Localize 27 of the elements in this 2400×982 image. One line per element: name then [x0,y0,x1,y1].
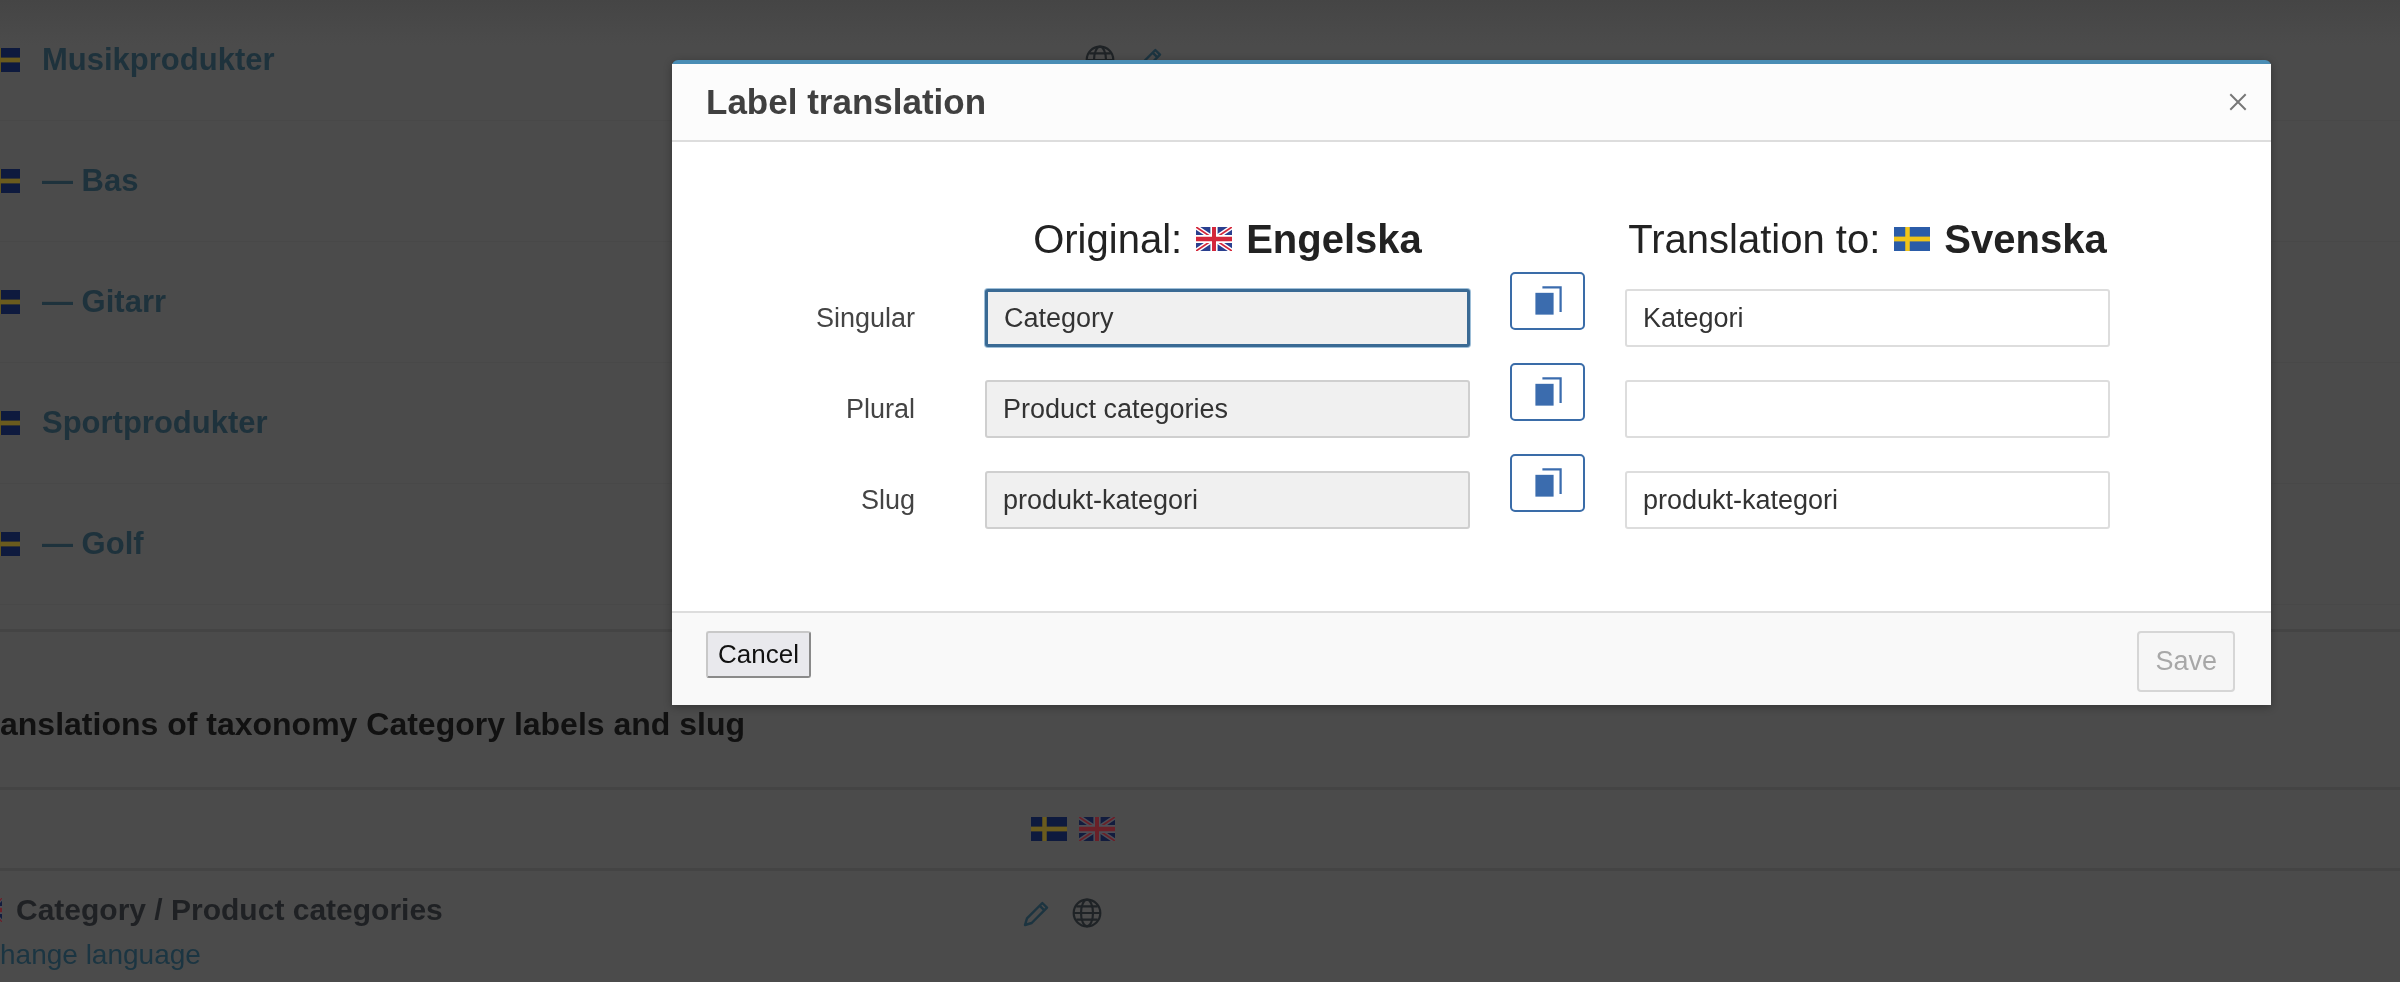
copy-icon [1533,286,1562,316]
copy-button[interactable] [1510,454,1585,512]
copy-button[interactable] [1510,272,1585,330]
cancel-button[interactable]: Cancel [706,631,811,678]
translation-field[interactable] [1625,380,2110,438]
language-name: Engelska [1246,216,1422,262]
copy-icon [1533,468,1562,498]
copy-button[interactable] [1510,363,1585,421]
dialog-title: Label translation [706,82,987,122]
original-field[interactable]: Category [985,289,1470,347]
copy-icon [1533,377,1562,407]
column-heading: Original: [1033,216,1183,262]
translation-field[interactable]: Kategori [1625,289,2110,347]
swedish-flag-icon [1894,227,1931,251]
section-title: anslations of taxonomy Category labels and slug [0,706,746,743]
field-label: Singular [814,301,915,335]
close-icon[interactable] [2227,91,2249,113]
swedish-flag-icon [1031,817,1067,841]
original-field[interactable]: produkt-kategori [985,471,1470,529]
column-heading: Translation to: [1628,216,1881,262]
original-field[interactable]: Product categories [985,380,1470,438]
translation-field[interactable]: produkt-kategori [1625,471,2110,529]
uk-flag-icon [1079,817,1115,841]
uk-flag-icon [1196,227,1233,251]
field-label: Slug [859,483,915,517]
language-name: Svenska [1944,216,2107,262]
field-label: Plural [844,392,915,426]
